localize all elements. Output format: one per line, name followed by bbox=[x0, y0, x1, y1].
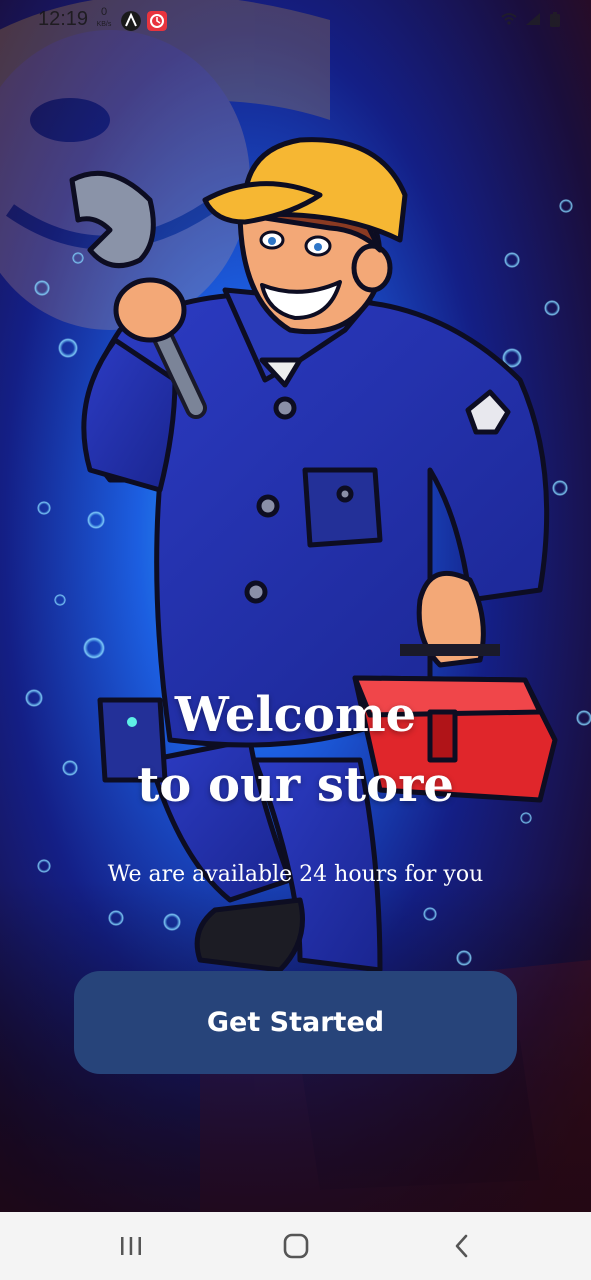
network-speed: 0 KB/s bbox=[92, 6, 116, 29]
system-navigation-bar bbox=[0, 1212, 591, 1280]
welcome-screen: 12:19 0 KB/s Welcome to our store We are… bbox=[0, 0, 591, 1280]
welcome-subtitle: We are available 24 hours for you bbox=[107, 862, 484, 887]
network-speed-value: 0 bbox=[100, 6, 108, 18]
back-icon bbox=[455, 1234, 468, 1258]
recent-apps-icon bbox=[121, 1237, 141, 1255]
signal-icon bbox=[526, 13, 540, 25]
status-right-icons bbox=[501, 12, 561, 28]
recent-apps-button[interactable] bbox=[101, 1222, 161, 1270]
status-bar: 12:19 0 KB/s bbox=[0, 0, 591, 44]
welcome-title-line-2: to our store bbox=[137, 757, 454, 813]
network-speed-unit: KB/s bbox=[96, 21, 112, 28]
back-button[interactable] bbox=[432, 1222, 492, 1270]
welcome-title-line-1: Welcome bbox=[174, 687, 417, 743]
battery-icon bbox=[550, 12, 560, 27]
wifi-icon bbox=[501, 13, 517, 25]
home-icon bbox=[283, 1233, 309, 1259]
get-started-button[interactable]: Get Started bbox=[74, 971, 517, 1074]
welcome-title: Welcome to our store bbox=[0, 680, 591, 820]
status-time: 12:19 bbox=[38, 8, 89, 30]
a-app-icon bbox=[121, 11, 141, 31]
home-button[interactable] bbox=[266, 1222, 326, 1270]
alarm-app-icon bbox=[147, 11, 167, 31]
